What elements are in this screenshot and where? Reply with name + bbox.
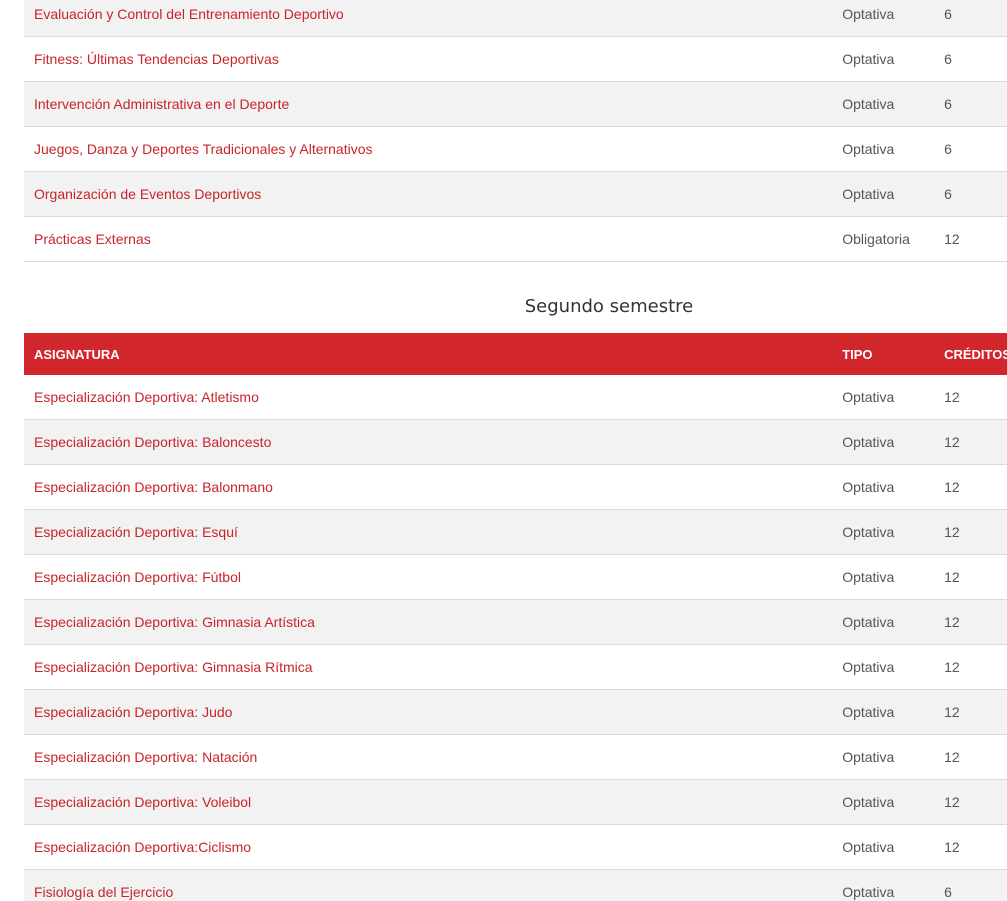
type-cell: Optativa: [842, 51, 895, 67]
credits-cell: 6: [944, 186, 952, 202]
header-creditos: CRÉDITOS: [944, 346, 1007, 362]
type-cell: Optativa: [842, 569, 895, 585]
subject-cell: Especialización Deportiva: Esquí: [24, 524, 842, 540]
credits-cell: 12: [944, 231, 960, 247]
table-row: Especialización Deportiva: Voleibol Opta…: [24, 780, 1007, 825]
credits-cell: 6: [944, 141, 952, 157]
type-cell: Optativa: [842, 141, 895, 157]
first-semester-table: Evaluación y Control del Entrenamiento D…: [24, 0, 1007, 262]
table-row: Fisiología del Ejercicio Optativa 6: [24, 870, 1007, 901]
type-cell: Optativa: [842, 389, 895, 405]
credits-cell: 6: [944, 6, 952, 22]
type-cell: Optativa: [842, 704, 895, 720]
type-cell: Optativa: [842, 6, 895, 22]
subject-cell: Organización de Eventos Deportivos: [24, 186, 842, 202]
table-row: Especialización Deportiva:Ciclismo Optat…: [24, 825, 1007, 870]
subject-link[interactable]: Fitness: Últimas Tendencias Deportivas: [34, 51, 279, 67]
table-row: Especialización Deportiva: Atletismo Opt…: [24, 375, 1007, 420]
section-title: Segundo semestre: [524, 296, 694, 317]
subject-cell: Especialización Deportiva: Balonmano: [24, 479, 842, 495]
credits-cell: 12: [944, 434, 960, 450]
type-cell: Optativa: [842, 659, 895, 675]
header-tipo: TIPO: [842, 346, 873, 362]
table-row: Especialización Deportiva: Gimnasia Artí…: [24, 600, 1007, 645]
page: Evaluación y Control del Entrenamiento D…: [0, 0, 1007, 901]
subject-link[interactable]: Especialización Deportiva: Atletismo: [34, 389, 259, 405]
credits-cell: 12: [944, 749, 960, 765]
credits-cell: 12: [944, 569, 960, 585]
subject-link[interactable]: Especialización Deportiva: Esquí: [34, 524, 238, 540]
subject-cell: Especialización Deportiva:Ciclismo: [24, 839, 842, 855]
table-row: Especialización Deportiva: Esquí Optativ…: [24, 510, 1007, 555]
header-asignatura: ASIGNATURA: [34, 346, 120, 362]
type-cell: Optativa: [842, 884, 895, 900]
credits-cell: 12: [944, 479, 960, 495]
table-row: Prácticas Externas Obligatoria 12: [24, 217, 1007, 262]
table-row: Intervención Administrativa en el Deport…: [24, 82, 1007, 127]
type-cell: Optativa: [842, 479, 895, 495]
subject-link[interactable]: Especialización Deportiva: Gimnasia Rítm…: [34, 659, 313, 675]
type-cell: Optativa: [842, 614, 895, 630]
table-row: Especialización Deportiva: Baloncesto Op…: [24, 420, 1007, 465]
table-row: Evaluación y Control del Entrenamiento D…: [24, 0, 1007, 37]
type-cell: Optativa: [842, 434, 895, 450]
subject-link[interactable]: Intervención Administrativa en el Deport…: [34, 96, 289, 112]
table-row: Organización de Eventos Deportivos Optat…: [24, 172, 1007, 217]
subject-cell: Prácticas Externas: [24, 231, 842, 247]
subject-cell: Juegos, Danza y Deportes Tradicionales y…: [24, 141, 842, 157]
subject-link[interactable]: Especialización Deportiva: Fútbol: [34, 569, 241, 585]
subject-cell: Especialización Deportiva: Atletismo: [24, 389, 842, 405]
subject-cell: Especialización Deportiva: Fútbol: [24, 569, 842, 585]
subject-cell: Especialización Deportiva: Natación: [24, 749, 842, 765]
subject-cell: Fitness: Últimas Tendencias Deportivas: [24, 51, 842, 67]
table-row: Juegos, Danza y Deportes Tradicionales y…: [24, 127, 1007, 172]
subject-link[interactable]: Especialización Deportiva:Ciclismo: [34, 839, 251, 855]
subject-link[interactable]: Fisiología del Ejercicio: [34, 884, 173, 900]
credits-cell: 12: [944, 839, 960, 855]
type-cell: Obligatoria: [842, 231, 910, 247]
subject-link[interactable]: Especialización Deportiva: Baloncesto: [34, 434, 271, 450]
second-semester-table: ASIGNATURA TIPO CRÉDITOS Especialización…: [24, 333, 1007, 901]
subject-cell: Especialización Deportiva: Gimnasia Artí…: [24, 614, 842, 630]
subject-link[interactable]: Especialización Deportiva: Judo: [34, 704, 232, 720]
table-header: ASIGNATURA TIPO CRÉDITOS: [24, 333, 1007, 375]
table-row: Fitness: Últimas Tendencias Deportivas O…: [24, 37, 1007, 82]
subject-link[interactable]: Especialización Deportiva: Balonmano: [34, 479, 273, 495]
subject-cell: Fisiología del Ejercicio: [24, 884, 842, 900]
type-cell: Optativa: [842, 524, 895, 540]
credits-cell: 12: [944, 614, 960, 630]
credits-cell: 12: [944, 794, 960, 810]
table-row: Especialización Deportiva: Balonmano Opt…: [24, 465, 1007, 510]
table-row: Especialización Deportiva: Judo Optativa…: [24, 690, 1007, 735]
table-row: Especialización Deportiva: Gimnasia Rítm…: [24, 645, 1007, 690]
subject-link[interactable]: Especialización Deportiva: Gimnasia Artí…: [34, 614, 315, 630]
credits-cell: 6: [944, 884, 952, 900]
subject-cell: Evaluación y Control del Entrenamiento D…: [24, 6, 842, 22]
type-cell: Optativa: [842, 186, 895, 202]
subject-link[interactable]: Organización de Eventos Deportivos: [34, 186, 261, 202]
credits-cell: 12: [944, 524, 960, 540]
subject-cell: Especialización Deportiva: Judo: [24, 704, 842, 720]
credits-cell: 12: [944, 659, 960, 675]
type-cell: Optativa: [842, 794, 895, 810]
subject-link[interactable]: Prácticas Externas: [34, 231, 151, 247]
subject-cell: Especialización Deportiva: Gimnasia Rítm…: [24, 659, 842, 675]
credits-cell: 6: [944, 96, 952, 112]
credits-cell: 12: [944, 389, 960, 405]
table-row: Especialización Deportiva: Natación Opta…: [24, 735, 1007, 780]
credits-cell: 6: [944, 51, 952, 67]
subject-cell: Especialización Deportiva: Baloncesto: [24, 434, 842, 450]
subject-link[interactable]: Especialización Deportiva: Natación: [34, 749, 257, 765]
subject-cell: Intervención Administrativa en el Deport…: [24, 96, 842, 112]
subject-link[interactable]: Evaluación y Control del Entrenamiento D…: [34, 6, 344, 22]
table-row: Especialización Deportiva: Fútbol Optati…: [24, 555, 1007, 600]
type-cell: Optativa: [842, 749, 895, 765]
subject-link[interactable]: Especialización Deportiva: Voleibol: [34, 794, 251, 810]
subject-cell: Especialización Deportiva: Voleibol: [24, 794, 842, 810]
subject-link[interactable]: Juegos, Danza y Deportes Tradicionales y…: [34, 141, 373, 157]
credits-cell: 12: [944, 704, 960, 720]
type-cell: Optativa: [842, 839, 895, 855]
type-cell: Optativa: [842, 96, 895, 112]
